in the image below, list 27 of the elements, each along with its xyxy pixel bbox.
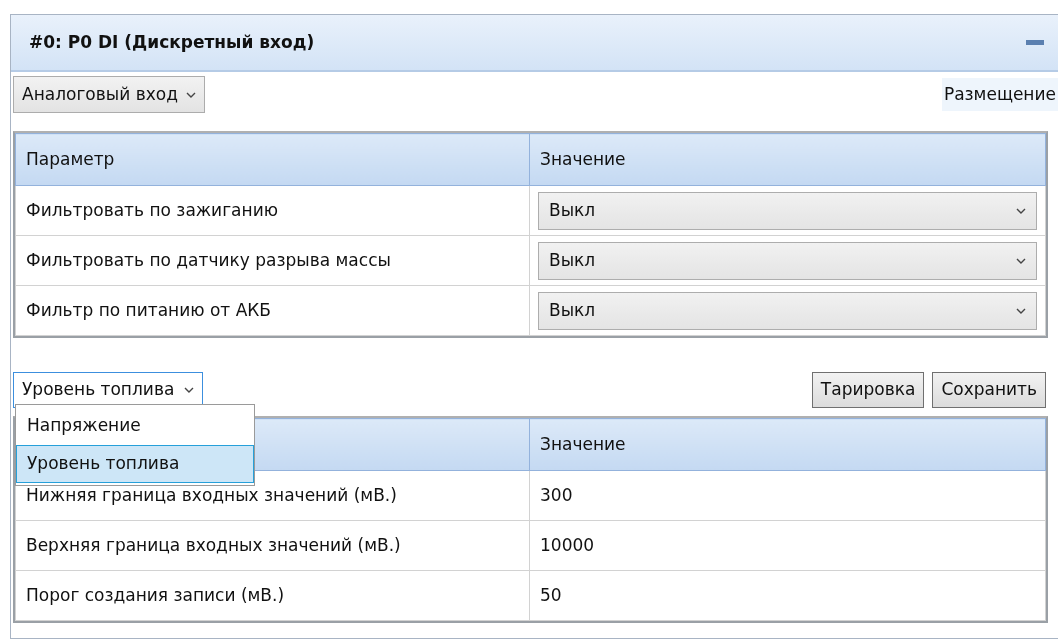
chevron-icon (1016, 207, 1026, 214)
table-cell: 50 (529, 570, 1046, 621)
table-cell: Фильтровать по датчику разрыва массы (15, 235, 530, 286)
input-type-select[interactable]: Аналоговый вход (13, 76, 205, 113)
table-cell: Фильтр по питанию от АКБ (15, 285, 530, 336)
placement-tab[interactable]: Размещение (941, 77, 1058, 112)
chevron-icon (1016, 307, 1026, 314)
table-cell: Верхняя граница входных значений (мВ.) (15, 520, 530, 571)
table-cell: 300 (529, 470, 1046, 521)
value-select[interactable]: Выкл (538, 241, 1037, 280)
chevron-icon (184, 387, 195, 393)
value-select[interactable]: Выкл (538, 291, 1037, 330)
chevron-icon (1016, 257, 1026, 264)
column-header: Значение (529, 133, 1046, 186)
table-cell: 10000 (529, 520, 1046, 571)
panel-title: #0: P0 DI (Дискретный вход) (29, 30, 315, 54)
collapse-icon[interactable] (1026, 39, 1044, 46)
chevron-icon (185, 91, 196, 98)
dropdown-option[interactable]: Напряжение (16, 407, 254, 445)
value-select[interactable]: Выкл (538, 191, 1037, 230)
table-cell: Порог создания записи (мВ.) (15, 570, 530, 621)
column-header: Значение (529, 418, 1046, 471)
action-button[interactable]: Тарировка (811, 372, 925, 408)
table-cell: Фильтровать по зажиганию (15, 185, 530, 236)
dropdown-option[interactable]: Уровень топлива (16, 445, 254, 483)
column-header: Параметр (15, 133, 530, 186)
action-button[interactable]: Сохранить (932, 372, 1046, 408)
